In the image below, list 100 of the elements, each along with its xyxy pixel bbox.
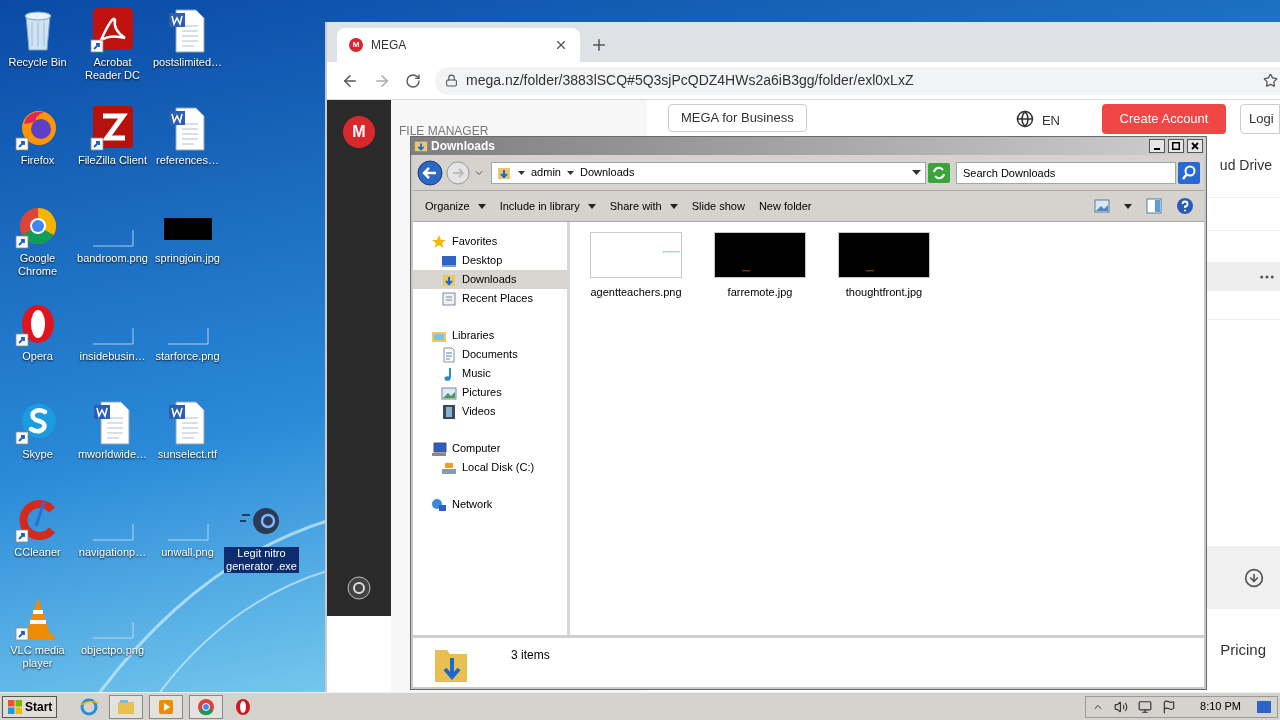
toolbar-button[interactable]: New folder — [752, 194, 818, 218]
desktop-icon-label: FileZilla Client — [76, 154, 149, 167]
desktop-icon-label: starforce.png — [154, 350, 221, 363]
star-icon[interactable] — [1263, 73, 1278, 88]
section-heading: FILE MANAGER — [399, 124, 489, 138]
nav-item[interactable]: Libraries — [431, 326, 567, 345]
new-tab-icon[interactable] — [590, 36, 608, 54]
windows-icon — [7, 698, 23, 715]
address-bar[interactable]: mega.nz/folder/3883lSCQ#5Q3sjPcQDZ4HWs2a6iB3gg/folder/exl0xLxZ — [435, 66, 1280, 95]
desktop-icon-label: bandroom.png — [76, 252, 149, 265]
network-icon — [431, 496, 447, 513]
mega-logo[interactable]: M — [343, 116, 375, 148]
videos-icon — [441, 403, 457, 420]
reload-icon[interactable] — [405, 72, 421, 89]
desktop-icon-label: CCleaner — [13, 546, 62, 559]
taskbar-app-button[interactable] — [109, 694, 144, 719]
desktop-icon-label: references… — [155, 154, 220, 167]
download-icon[interactable] — [1244, 567, 1264, 588]
desktop-icon-label: Google Chrome — [16, 252, 59, 278]
desktop-icon-label: Legit nitro generator .exe — [224, 547, 299, 573]
desktop-icon-label: navigationp… — [77, 546, 148, 559]
close-button[interactable] — [1187, 139, 1203, 153]
computer-icon — [431, 440, 447, 457]
globe-icon[interactable] — [1015, 110, 1034, 128]
breadcrumb-item[interactable]: admin — [531, 164, 561, 181]
sync-icon[interactable] — [347, 576, 371, 600]
desktop-icon-label: sunselect.rtf — [156, 448, 219, 461]
folder-icon — [414, 139, 428, 153]
show-desktop-icon[interactable] — [1257, 700, 1271, 713]
caret-icon[interactable] — [1124, 203, 1132, 209]
maximize-button[interactable] — [1168, 139, 1184, 153]
maximize-icon — [1172, 142, 1180, 150]
speaker-icon[interactable] — [1114, 699, 1129, 714]
recent-icon — [441, 290, 457, 307]
close-icon[interactable] — [554, 38, 568, 52]
breadcrumb-item[interactable]: Downloads — [579, 164, 635, 181]
toolbar-button[interactable]: Slide show — [685, 194, 751, 218]
ie-icon — [79, 696, 100, 717]
network-icon[interactable] — [1138, 699, 1153, 714]
caret-icon[interactable] — [912, 169, 921, 176]
business-button[interactable]: MEGA for Business — [668, 104, 807, 132]
nav-item[interactable]: Recent Places — [441, 289, 567, 308]
nav-item[interactable]: Desktop — [441, 251, 567, 270]
login-button[interactable]: Logi — [1240, 104, 1280, 134]
nav-item[interactable]: Computer — [431, 439, 567, 458]
caret-icon — [669, 203, 678, 209]
nav-item[interactable]: Videos — [441, 402, 567, 421]
desktop-icon-label: Acrobat Reader DC — [84, 56, 141, 82]
help-icon[interactable] — [1176, 197, 1194, 215]
cloud-drive-label[interactable]: ud Drive — [1219, 155, 1272, 176]
language-label[interactable]: EN — [1041, 111, 1060, 131]
close-icon — [1191, 142, 1199, 150]
item-count: 3 items — [511, 647, 550, 664]
preview-pane-icon[interactable] — [1146, 198, 1162, 214]
caret-icon[interactable] — [518, 169, 525, 176]
pricing-link[interactable]: Pricing — [1220, 639, 1266, 662]
start-button[interactable]: Start — [2, 695, 58, 718]
minimize-button[interactable] — [1149, 139, 1165, 153]
desktop-icon-label: Recycle Bin — [7, 56, 68, 69]
nav-item[interactable]: Documents — [441, 345, 567, 364]
taskbar-app-button[interactable] — [149, 694, 184, 719]
file-item[interactable]: farremote.jpg — [714, 232, 806, 301]
caret-icon — [587, 203, 596, 209]
file-name: thoughtfront.jpg — [845, 285, 923, 300]
search-icon[interactable] — [1178, 161, 1200, 184]
nav-item[interactable]: Network — [431, 495, 567, 514]
file-item[interactable]: thoughtfront.jpg — [838, 232, 930, 301]
toolbar-button[interactable]: Organize — [419, 194, 492, 218]
view-icon[interactable] — [1094, 199, 1110, 213]
browser-tab[interactable]: M MEGA — [337, 28, 580, 62]
minimize-icon — [1154, 148, 1160, 150]
desktop-icon-label: VLC media player — [9, 644, 66, 670]
mega-favicon: M — [349, 38, 363, 52]
pictures-icon — [441, 384, 457, 401]
back-icon[interactable] — [417, 159, 443, 186]
desktop-icon-label: Skype — [21, 448, 54, 461]
lock-icon — [445, 74, 458, 87]
documents-icon — [441, 346, 457, 363]
desktop-icon-label: Firefox — [19, 154, 56, 167]
caret-icon[interactable] — [566, 169, 574, 176]
address-bar[interactable]: admin Downloads — [491, 161, 926, 184]
refresh-icon[interactable] — [928, 162, 950, 183]
nav-item[interactable]: Pictures — [441, 383, 567, 402]
nav-item[interactable]: Favorites — [431, 232, 567, 251]
caret-icon — [477, 203, 486, 209]
create-account-button[interactable]: Create Account — [1102, 104, 1226, 134]
nav-item[interactable]: Music — [441, 364, 567, 383]
toolbar-button[interactable]: Share with — [603, 194, 684, 218]
desktop-icon-label: mworldwide… — [76, 448, 149, 461]
file-item[interactable]: agentteachers.png — [590, 232, 682, 301]
star-icon — [431, 233, 447, 250]
desktop-icon-label: objectpo.png — [80, 644, 145, 657]
window-title: Downloads — [431, 138, 496, 155]
desktop-icon-label: postslimited… — [151, 56, 224, 69]
toolbar-button[interactable]: Include in library — [493, 194, 602, 218]
search-field[interactable]: Search Downloads — [956, 161, 1176, 184]
taskbar-app-button[interactable] — [189, 694, 224, 719]
nav-item[interactable]: Local Disk (C:) — [441, 458, 567, 477]
flag-icon[interactable] — [1162, 699, 1177, 714]
clock[interactable]: 8:10 PM — [1200, 698, 1241, 715]
